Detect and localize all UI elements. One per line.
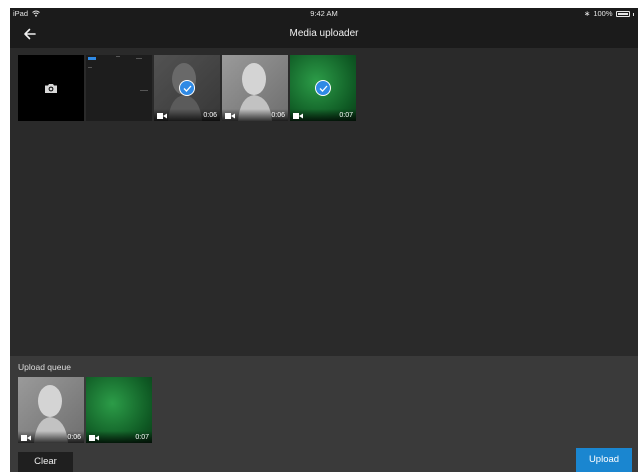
camera-tile[interactable] — [18, 55, 84, 121]
video-duration: 0:06 — [67, 434, 81, 441]
video-camera-icon — [293, 113, 303, 119]
status-bar: iPad 9:42 AM ∗ 100% — [10, 8, 638, 20]
checkmark-icon — [179, 80, 195, 96]
queue-item[interactable]: 0:06 — [18, 377, 84, 443]
screenshot-thumbnail — [88, 57, 96, 60]
video-duration: 0:07 — [339, 112, 353, 119]
status-time: 9:42 AM — [310, 9, 338, 18]
clear-button[interactable]: Clear — [18, 452, 73, 472]
video-duration: 0:06 — [203, 112, 217, 119]
upload-button[interactable]: Upload — [576, 448, 632, 472]
media-grid: 0:06 0:06 0:07 — [18, 55, 356, 121]
media-tile-screenshot[interactable] — [86, 55, 152, 121]
navigation-bar: Media uploader — [10, 20, 638, 48]
media-tile-video[interactable]: 0:06 — [154, 55, 220, 121]
video-duration: 0:06 — [271, 112, 285, 119]
app-screen: iPad 9:42 AM ∗ 100% Media uploader 0:06 … — [10, 8, 638, 472]
bluetooth-icon: ∗ — [584, 9, 591, 18]
battery-icon — [615, 11, 630, 17]
battery-tip — [632, 12, 634, 16]
video-info-bar: 0:07 — [290, 109, 356, 121]
video-duration: 0:07 — [135, 434, 149, 441]
queue-item[interactable]: 0:07 — [86, 377, 152, 443]
upload-queue-panel: Upload queue 0:06 0:07 Clear Upload — [10, 356, 638, 472]
video-info-bar: 0:07 — [86, 431, 152, 443]
upload-queue-label: Upload queue — [18, 362, 71, 372]
upload-queue-grid: 0:06 0:07 — [18, 377, 152, 443]
video-info-bar: 0:06 — [222, 109, 288, 121]
screenshot-detail — [140, 90, 148, 91]
video-camera-icon — [157, 113, 167, 119]
media-tile-video[interactable]: 0:07 — [290, 55, 356, 121]
video-camera-icon — [89, 435, 99, 441]
screenshot-detail — [116, 56, 120, 57]
screenshot-detail — [88, 67, 92, 68]
media-tile-video[interactable]: 0:06 — [222, 55, 288, 121]
page-title: Media uploader — [289, 28, 359, 39]
video-info-bar: 0:06 — [18, 431, 84, 443]
video-camera-icon — [21, 435, 31, 441]
camera-icon — [45, 83, 57, 93]
battery-percent: 100% — [593, 9, 613, 18]
checkmark-icon — [315, 80, 331, 96]
video-camera-icon — [225, 113, 235, 119]
status-battery: ∗ 100% — [584, 8, 634, 20]
video-info-bar: 0:06 — [154, 109, 220, 121]
screenshot-detail — [136, 58, 142, 59]
